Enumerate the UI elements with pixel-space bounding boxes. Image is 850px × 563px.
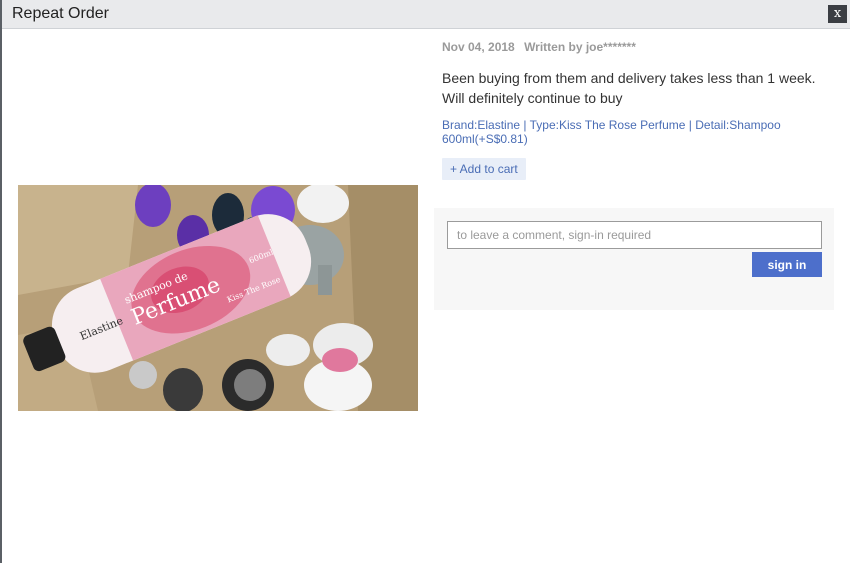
add-to-cart-button[interactable]: + Add to cart bbox=[442, 158, 526, 180]
review-panel: Nov 04, 2018 Written by joe******* Been … bbox=[442, 40, 832, 180]
dialog-title: Repeat Order bbox=[12, 5, 109, 22]
comment-section: sign in bbox=[434, 208, 834, 310]
review-date: Nov 04, 2018 bbox=[442, 40, 515, 54]
review-option[interactable]: Brand:Elastine | Type:Kiss The Rose Perf… bbox=[442, 118, 832, 146]
review-meta: Nov 04, 2018 Written by joe******* bbox=[442, 40, 832, 54]
dialog-titlebar: Repeat Order x bbox=[2, 0, 850, 29]
review-photo[interactable]: Elastine shampoo de Perfume Kiss The Ros… bbox=[18, 185, 418, 411]
sign-in-button[interactable]: sign in bbox=[752, 252, 822, 277]
left-window-edge bbox=[0, 0, 2, 563]
comment-input[interactable] bbox=[447, 221, 822, 249]
review-text: Been buying from them and delivery takes… bbox=[442, 70, 816, 106]
close-button[interactable]: x bbox=[828, 5, 847, 23]
review-author: Written by joe******* bbox=[524, 40, 636, 54]
